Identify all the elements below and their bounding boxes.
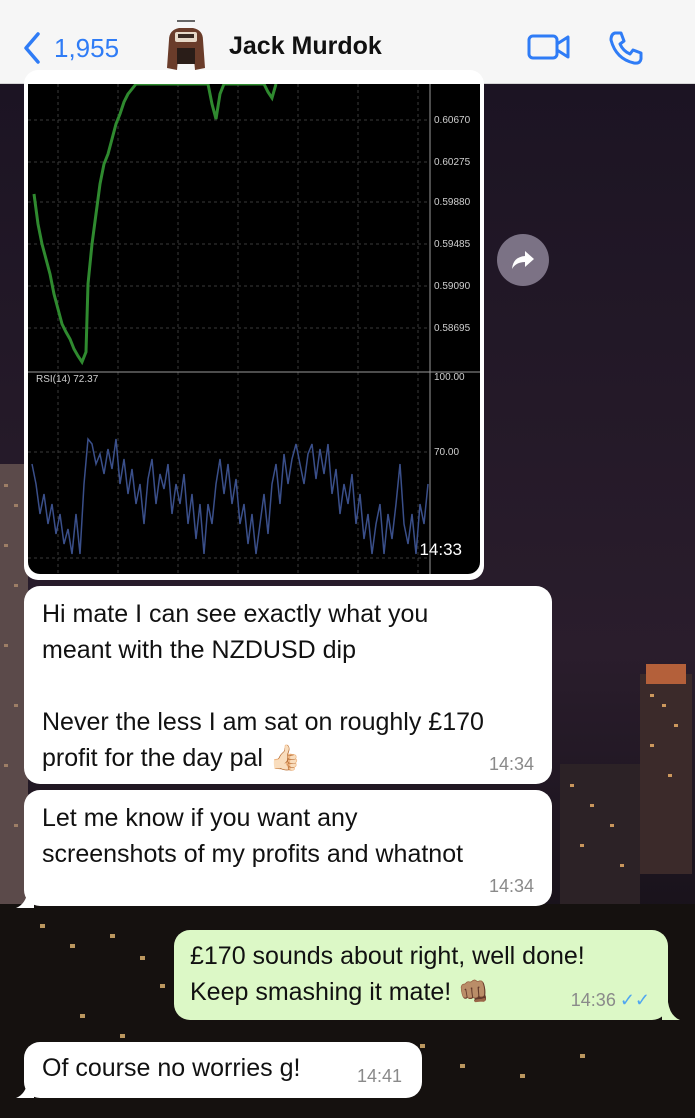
message-timestamp: 14:33 — [419, 540, 462, 559]
forex-chart-image[interactable]: 0.60670 0.60275 0.59880 0.59485 0.59090 … — [28, 84, 480, 574]
incoming-message[interactable]: Of course no worries g! 14:41 — [24, 1042, 422, 1098]
message-timestamp-row: 14:36 ✓✓ — [571, 990, 650, 1010]
back-button[interactable]: 1,955 — [18, 30, 119, 66]
video-call-icon — [527, 34, 570, 60]
rsi-tick: 70.00 — [434, 447, 459, 458]
price-tick: 0.59880 — [434, 197, 471, 208]
bubble-tail — [16, 1080, 34, 1098]
message-timestamp: 14:34 — [488, 754, 534, 774]
chevron-left-icon — [24, 32, 40, 64]
price-tick: 0.59485 — [434, 239, 471, 250]
price-tick: 0.59090 — [434, 281, 471, 292]
rsi-indicator-label: RSI(14) 72.37 — [36, 374, 99, 385]
contact-name[interactable]: Jack Murdok — [229, 32, 382, 61]
incoming-message[interactable]: Hi mate I can see exactly what you meant… — [24, 586, 552, 784]
forward-button[interactable] — [497, 234, 549, 286]
avatar — [167, 20, 205, 70]
share-forward-icon — [512, 251, 534, 269]
contact-avatar[interactable] — [163, 18, 209, 76]
bubble-tail — [16, 890, 34, 908]
video-call-button[interactable] — [526, 30, 572, 64]
message-timestamp: 14:36 — [570, 990, 616, 1010]
price-tick: 0.60670 — [434, 115, 471, 126]
outgoing-message[interactable]: £170 sounds about right, well done! Keep… — [174, 930, 668, 1020]
phone-icon — [609, 31, 643, 65]
incoming-message[interactable]: Let me know if you want any screenshots … — [24, 790, 552, 906]
price-tick: 0.58695 — [434, 323, 471, 334]
unread-count: 1,955 — [54, 32, 120, 63]
trading-chart: 0.60670 0.60275 0.59880 0.59485 0.59090 … — [28, 84, 480, 574]
rsi-tick: 100.00 — [434, 372, 465, 383]
message-text: Let me know if you want any screenshots … — [42, 804, 464, 868]
message-text: Of course no worries g! — [42, 1054, 301, 1082]
bubble-tail — [662, 1002, 680, 1020]
price-tick: 0.60275 — [434, 157, 471, 168]
read-receipt-icon: ✓✓ — [619, 990, 650, 1010]
voice-call-button[interactable] — [606, 28, 646, 68]
message-timestamp: 14:34 — [488, 876, 534, 896]
message-timestamp: 14:41 — [356, 1066, 402, 1086]
message-text: Hi mate I can see exactly what you meant… — [42, 600, 484, 772]
